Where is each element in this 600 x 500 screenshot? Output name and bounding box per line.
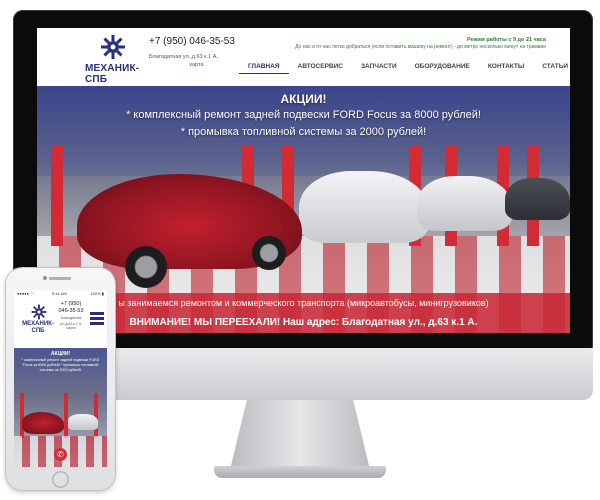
promo-line-2: * промывка топливной системы за 2000 руб… [180,126,427,138]
gear-logo-icon [31,304,47,320]
main-nav: ГЛАВНАЯ АВТОСЕРВИС ЗАПЧАСТИ ОБОРУДОВАНИЕ… [239,63,570,74]
imac-stand [230,400,370,470]
promo-line-1: * комплексный ремонт задней подвески FOR… [126,109,481,121]
mobile-phone-line-1[interactable]: +7 (950) [56,301,86,308]
desktop-website: МЕХАНИК-СПБ +7 (950) 046-35-53 Благодатн… [37,28,570,333]
battery-indicator: 100% ▮ [90,291,104,296]
hamburger-menu-icon[interactable] [90,312,104,326]
services-band: ы занимаемся ремонтом и коммерческого тр… [37,293,570,313]
car-wheel [252,236,286,270]
site-header: МЕХАНИК-СПБ +7 (950) 046-35-53 Благодатн… [37,28,570,86]
mobile-logo-line-1: МЕХАНИК- [22,321,54,327]
hours-note: До нас и от нас легко добраться (если ос… [295,44,546,50]
white-suv [417,176,512,231]
phone-speaker [49,277,71,280]
nav-item-home[interactable]: ГЛАВНАЯ [239,63,289,74]
map-link[interactable]: карта [149,62,244,68]
nav-item-equipment[interactable]: ОБОРУДОВАНИЕ [406,63,479,74]
iphone-mockup: ●●●●● ⌔ 9:41 AM 100% ▮ МЕХАНИК- СПБ +7 (… [6,268,115,490]
home-button[interactable] [52,471,69,488]
signal-indicator: ●●●●● ⌔ [17,291,34,296]
logo-text: МЕХАНИК-СПБ [85,63,140,85]
nav-item-autoservice[interactable]: АВТОСЕРВИС [289,63,352,74]
mobile-hero: АКЦИИ! * комплексный ремонт задней подве… [14,348,107,467]
status-time: 9:41 AM [52,291,67,296]
mobile-promo-text: * комплексный ремонт задней подвески FOR… [21,358,100,372]
header-phone[interactable]: +7 (950) 046-35-53 [149,36,244,47]
car-wheel [125,246,167,288]
white-suv [299,171,429,243]
mobile-contacts: +7 (950) 046-35-53 Благодатная ул.,д.63 … [56,301,86,330]
mobile-phone-line-2[interactable]: 046-35-53 [56,308,86,315]
lift-pillar [64,393,68,438]
status-bar: ●●●●● ⌔ 9:41 AM 100% ▮ [14,290,107,297]
mobile-promo-title: АКЦИИ! [50,351,71,357]
header-address: Благодатная ул.,д.63 к.1 А, [149,54,218,60]
gear-logo-icon [101,35,125,59]
moved-notice-band: ВНИМАНИЕ! МЫ ПЕРЕЕХАЛИ! Наш адрес: Благо… [37,313,570,333]
dark-car [505,178,570,220]
lift-pillar [51,146,63,246]
hero-banner: АКЦИИ! * комплексный ремонт задней подве… [37,86,570,333]
red-sports-car [22,412,64,434]
mobile-map-link[interactable]: карта [56,326,86,330]
imac-foot [214,466,386,478]
mobile-logo-text: МЕХАНИК- СПБ [18,321,58,335]
promo-title: АКЦИИ! [280,92,327,106]
working-hours: Режим работы с 9 до 21 часа [467,37,546,43]
phone-icon[interactable]: ✆ [54,448,67,461]
nav-item-parts[interactable]: ЗАПЧАСТИ [352,63,406,74]
mobile-logo-line-2: СПБ [31,328,45,334]
mobile-website: ●●●●● ⌔ 9:41 AM 100% ▮ МЕХАНИК- СПБ +7 (… [14,290,107,467]
header-contacts: +7 (950) 046-35-53 Благодатная ул.,д.63 … [149,36,244,68]
white-suv [68,414,98,430]
logo[interactable]: МЕХАНИК-СПБ [85,34,143,85]
nav-item-contacts[interactable]: КОНТАКТЫ [479,63,533,74]
nav-item-articles[interactable]: СТАТЬИ [533,63,570,74]
mobile-address-line-1: Благодатная [60,316,82,320]
front-camera [43,276,47,280]
